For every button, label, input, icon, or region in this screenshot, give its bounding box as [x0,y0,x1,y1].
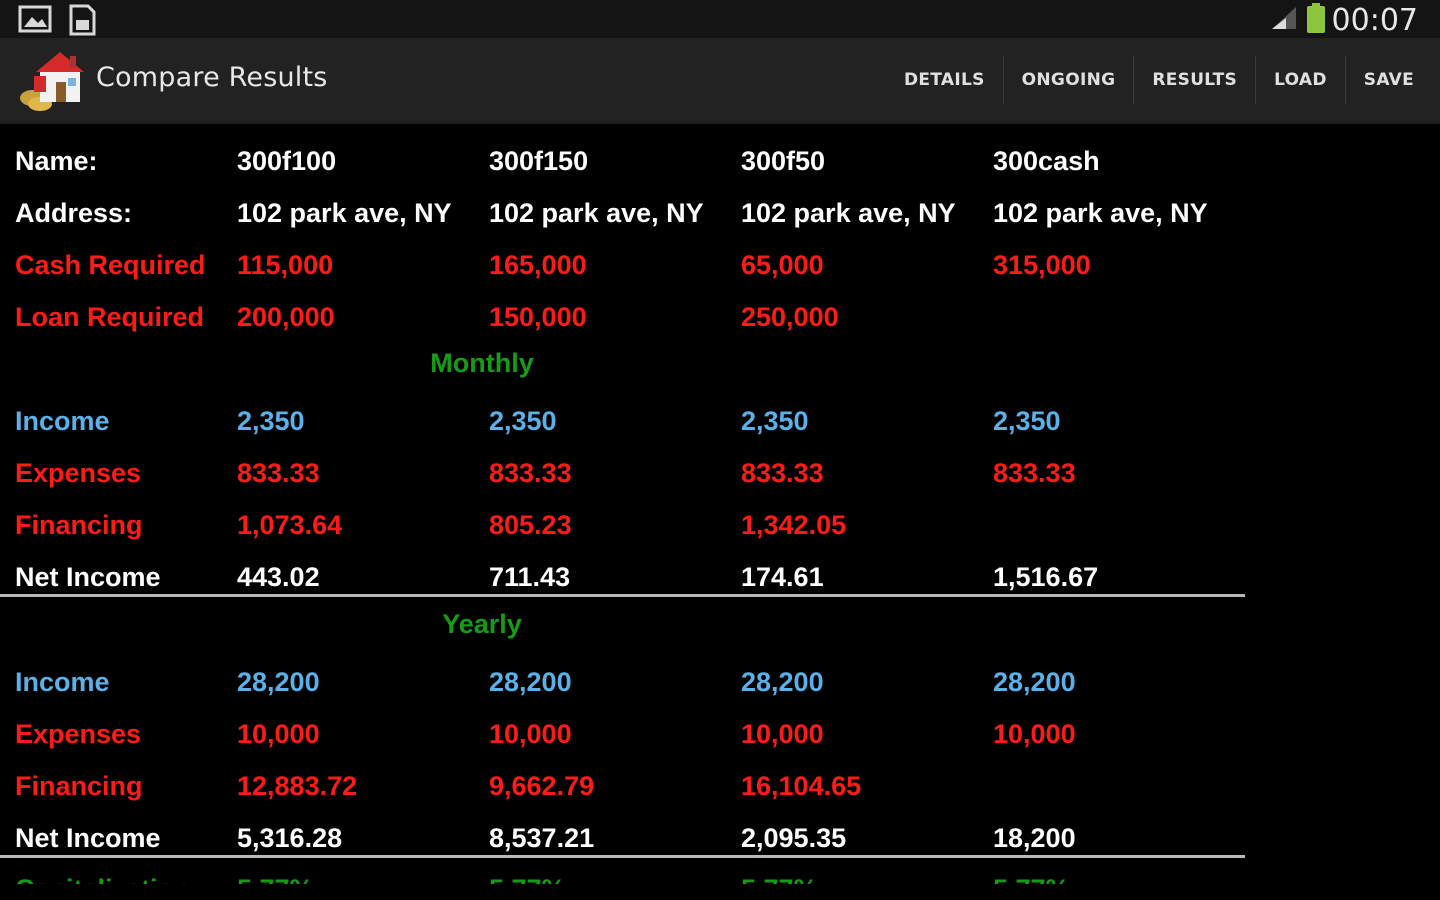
section-divider [0,855,1245,858]
income-value: 2,350 [993,406,1061,436]
monthly-expenses-row: Expenses 833.33 833.33 833.33 833.33 [0,444,1245,496]
net-income-value: 1,516.67 [993,562,1099,592]
load-button[interactable]: LOAD [1256,56,1346,104]
scenario-name: 300f50 [741,146,826,176]
income-value: 28,200 [237,667,320,697]
scenario-name: 300f150 [489,146,589,176]
row-label: Income [15,667,110,697]
notification-icons [18,4,98,40]
action-bar: Compare Results DETAILS ONGOING RESULTS … [0,38,1440,124]
clock: 00:07 [1331,2,1418,38]
name-row: Name: 300f100 300f150 300f50 300cash [0,132,1245,184]
monthly-financing-row: Financing 1,073.64 805.23 1,342.05 [0,496,1245,548]
income-value: 2,350 [741,406,809,436]
row-label: Income [15,406,110,436]
yearly-income-row: Income 28,200 28,200 28,200 28,200 [0,653,1245,705]
sd-card-icon [66,4,98,40]
scenario-name: 300f100 [237,146,337,176]
scenario-name: 300cash [993,146,1100,176]
address-value: 102 park ave, NY [993,198,1208,228]
loan-required-row: Loan Required 200,000 150,000 250,000 [0,288,1245,340]
capitalization-value: 5.77% [993,874,1070,884]
income-value: 28,200 [993,667,1076,697]
status-bar: 00:07 [0,0,1440,38]
address-value: 102 park ave, NY [489,198,704,228]
section-divider [0,594,1245,597]
house-icon[interactable] [14,44,88,114]
capitalization-value: 5.77% [741,874,818,884]
expenses-value: 10,000 [741,719,824,749]
row-label: Loan Required [15,302,205,332]
income-value: 2,350 [237,406,305,436]
row-label: Expenses [15,719,142,749]
net-income-value: 5,316.28 [237,823,343,853]
cash-value: 65,000 [741,250,824,280]
cash-value: 315,000 [993,250,1091,280]
address-value: 102 park ave, NY [741,198,956,228]
net-income-value: 18,200 [993,823,1076,853]
net-income-value: 711.43 [489,562,571,592]
save-button[interactable]: SAVE [1346,56,1440,104]
income-value: 28,200 [489,667,572,697]
yearly-expenses-row: Expenses 10,000 10,000 10,000 10,000 [0,705,1245,757]
expenses-value: 833.33 [741,458,824,488]
expenses-value: 833.33 [993,458,1076,488]
results-button[interactable]: RESULTS [1134,56,1257,104]
financing-value: 1,342.05 [741,510,847,540]
row-label: Name: [15,146,98,176]
financing-value: 1,073.64 [237,510,343,540]
row-label: Cash Required [15,250,206,280]
row-label: Expenses [15,458,142,488]
income-value: 28,200 [741,667,824,697]
net-income-value: 2,095.35 [741,823,847,853]
system-status: 00:07 [1270,2,1418,38]
financing-value: 12,883.72 [237,771,358,801]
expenses-value: 833.33 [489,458,572,488]
yearly-net-income-row: Net Income 5,316.28 8,537.21 2,095.35 18… [0,809,1245,861]
monthly-income-row: Income 2,350 2,350 2,350 2,350 [0,392,1245,444]
loan-value: 150,000 [489,302,587,332]
yearly-financing-row: Financing 12,883.72 9,662.79 16,104.65 [0,757,1245,809]
expenses-value: 10,000 [237,719,320,749]
net-income-value: 8,537.21 [489,823,595,853]
cash-value: 165,000 [489,250,587,280]
financing-value: 9,662.79 [489,771,595,801]
cash-value: 115,000 [237,250,334,280]
financing-value: 805.23 [489,510,572,540]
address-value: 102 park ave, NY [237,198,452,228]
net-income-value: 174.61 [741,562,824,592]
results-table[interactable]: Name: 300f100 300f150 300f50 300cash Add… [0,124,1440,884]
expenses-value: 10,000 [489,719,572,749]
monthly-net-income-row: Net Income 443.02 711.43 174.61 1,516.67 [0,548,1245,600]
capitalization-row: Capitalization 5.77% 5.77% 5.77% 5.77% [0,860,1245,884]
action-menu: DETAILS ONGOING RESULTS LOAD SAVE [886,38,1440,122]
ongoing-button[interactable]: ONGOING [1004,56,1135,104]
signal-icon [1270,5,1300,35]
loan-value: 200,000 [237,302,335,332]
yearly-heading: Yearly [442,609,522,639]
row-label: Financing [15,510,143,540]
address-row: Address: 102 park ave, NY 102 park ave, … [0,184,1245,236]
details-button[interactable]: DETAILS [886,56,1004,104]
income-value: 2,350 [489,406,557,436]
cash-required-row: Cash Required 115,000 165,000 65,000 315… [0,236,1245,288]
row-label: Financing [15,771,143,801]
row-label: Net Income [15,562,161,592]
screen-title: Compare Results [96,62,328,93]
loan-value: 250,000 [741,302,839,332]
row-label: Net Income [15,823,161,853]
row-label: Address: [15,198,133,228]
expenses-value: 833.33 [237,458,320,488]
row-label: Capitalization [15,874,191,884]
net-income-value: 443.02 [237,562,320,592]
financing-value: 16,104.65 [741,771,862,801]
capitalization-value: 5.77% [237,874,314,884]
picture-icon [18,4,54,40]
capitalization-value: 5.77% [489,874,566,884]
battery-icon [1306,2,1326,38]
expenses-value: 10,000 [993,719,1076,749]
monthly-heading: Monthly [430,348,534,378]
